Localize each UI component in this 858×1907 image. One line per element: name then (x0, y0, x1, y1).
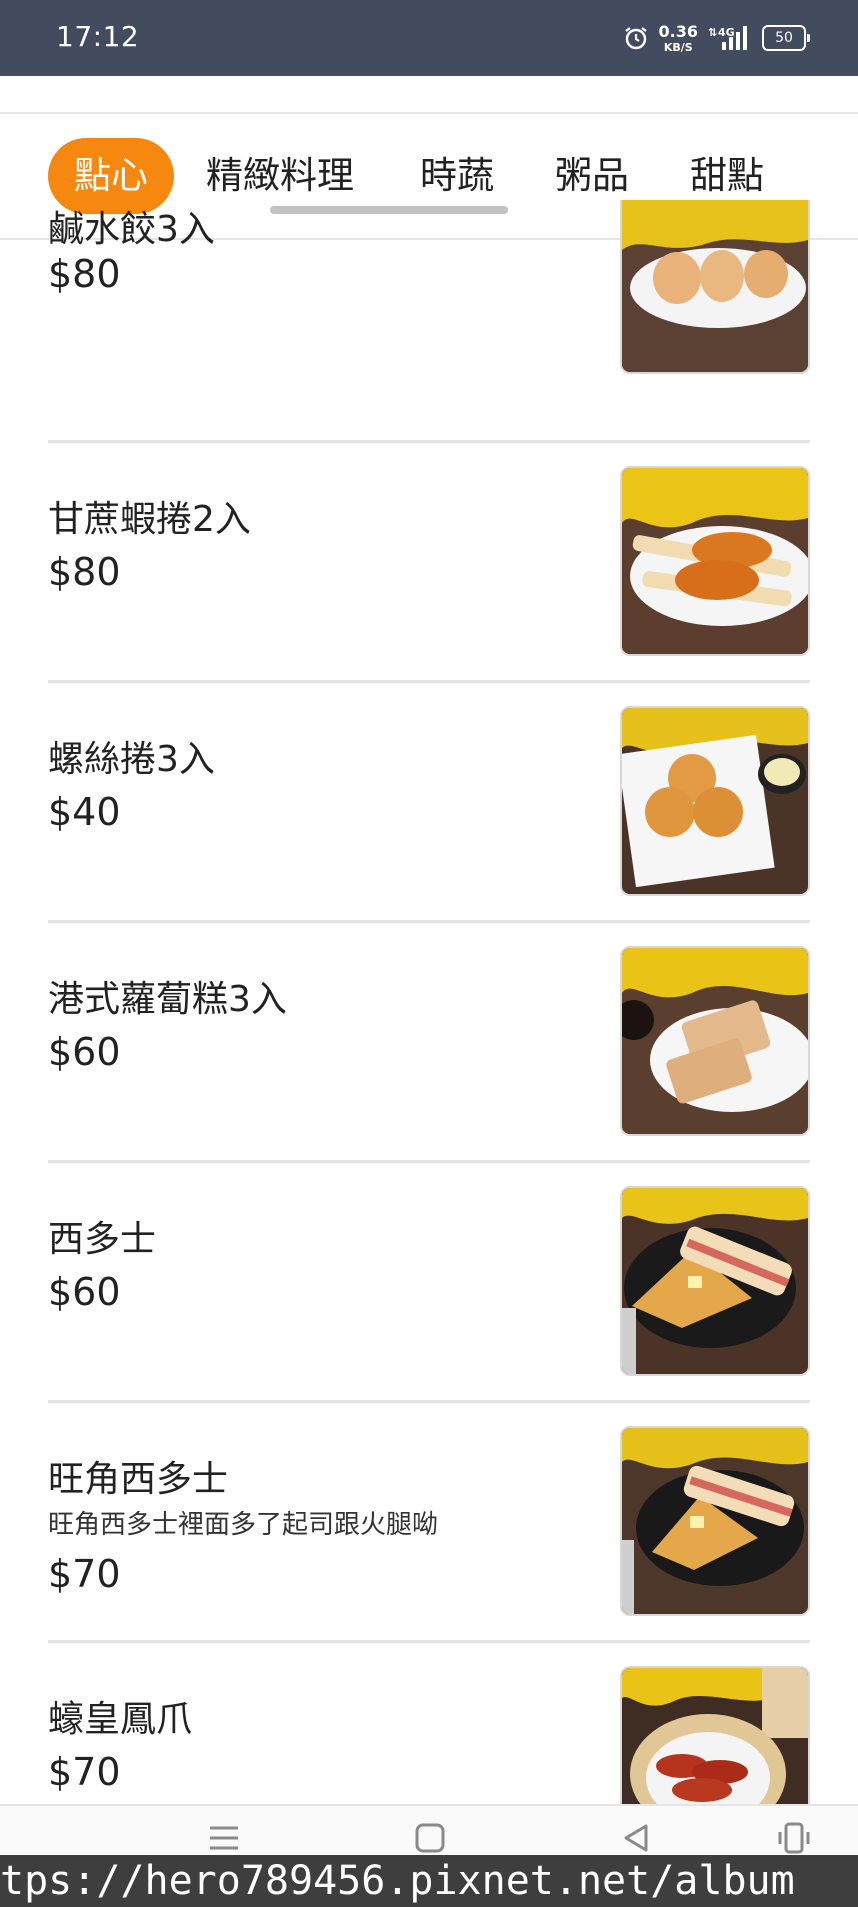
menu-item[interactable]: 西多士 $60 (48, 1160, 810, 1403)
item-name: 西多士 (48, 1219, 157, 1260)
net-speed: 0.36 KB/S (658, 21, 698, 54)
menu-item[interactable]: 鹹水餃3入 $80 (48, 200, 810, 443)
menu-item[interactable]: 港式蘿蔔糕3入 $60 (48, 920, 810, 1163)
status-bar: 17:12 0.36 KB/S ⇅ 4G 50 (0, 0, 858, 76)
item-price: $60 (48, 1030, 121, 1074)
item-price: $70 (48, 1552, 121, 1596)
item-price: $40 (48, 790, 121, 834)
net-speed-unit: KB/S (663, 40, 693, 54)
home-icon[interactable] (412, 1820, 448, 1856)
battery-level: 50 (775, 30, 793, 46)
spiral-buns-photo[interactable] (620, 706, 810, 896)
mongkok-french-toast-photo[interactable] (620, 1426, 810, 1616)
item-description: 旺角西多士裡面多了起司跟火腿呦 (48, 1510, 439, 1540)
tab-label: 粥品 (555, 154, 629, 197)
tab-label: 點心 (74, 154, 148, 197)
status-time: 17:12 (56, 20, 140, 53)
svg-text:⇅: ⇅ (708, 26, 717, 39)
system-nav-bar (0, 1804, 858, 1862)
watermark-url: tps://hero789456.pixnet.net/album (0, 1855, 858, 1907)
header-strip (0, 76, 858, 114)
menu-item[interactable]: 甘蔗蝦捲2入 $80 (48, 440, 810, 683)
item-name: 蠔皇鳳爪 (48, 1699, 193, 1740)
french-toast-photo[interactable] (620, 1186, 810, 1376)
status-icons: 0.36 KB/S ⇅ 4G 50 (623, 18, 810, 58)
back-icon[interactable] (618, 1820, 654, 1856)
item-price: $70 (48, 1750, 121, 1794)
shrimp-rolls-photo[interactable] (620, 466, 810, 656)
item-name: 鹹水餃3入 (48, 209, 215, 250)
item-name: 甘蔗蝦捲2入 (48, 499, 251, 540)
chicken-feet-photo[interactable] (620, 1666, 810, 1804)
item-price: $80 (48, 550, 121, 594)
alarm-icon (624, 27, 647, 50)
turnip-cake-photo[interactable] (620, 946, 810, 1136)
item-name: 旺角西多士 (48, 1459, 229, 1500)
menu-item[interactable]: 旺角西多士 旺角西多士裡面多了起司跟火腿呦 $70 (48, 1400, 810, 1643)
item-price: $80 (48, 252, 121, 296)
tab-label: 甜點 (690, 154, 764, 197)
item-name: 港式蘿蔔糕3入 (48, 979, 287, 1020)
tab-label: 精緻料理 (206, 154, 354, 197)
item-name: 螺絲捲3入 (48, 739, 215, 780)
menu-item[interactable]: 螺絲捲3入 $40 (48, 680, 810, 923)
tab-label: 時蔬 (420, 154, 494, 197)
menu-icon[interactable] (206, 1820, 242, 1856)
net-speed-value: 0.36 (658, 21, 698, 41)
battery-icon: 50 (762, 25, 810, 51)
signal-icon: ⇅ 4G (708, 26, 747, 50)
fried-dumplings-photo[interactable] (620, 200, 810, 374)
item-price: $60 (48, 1270, 121, 1314)
rotate-icon[interactable] (776, 1820, 812, 1856)
